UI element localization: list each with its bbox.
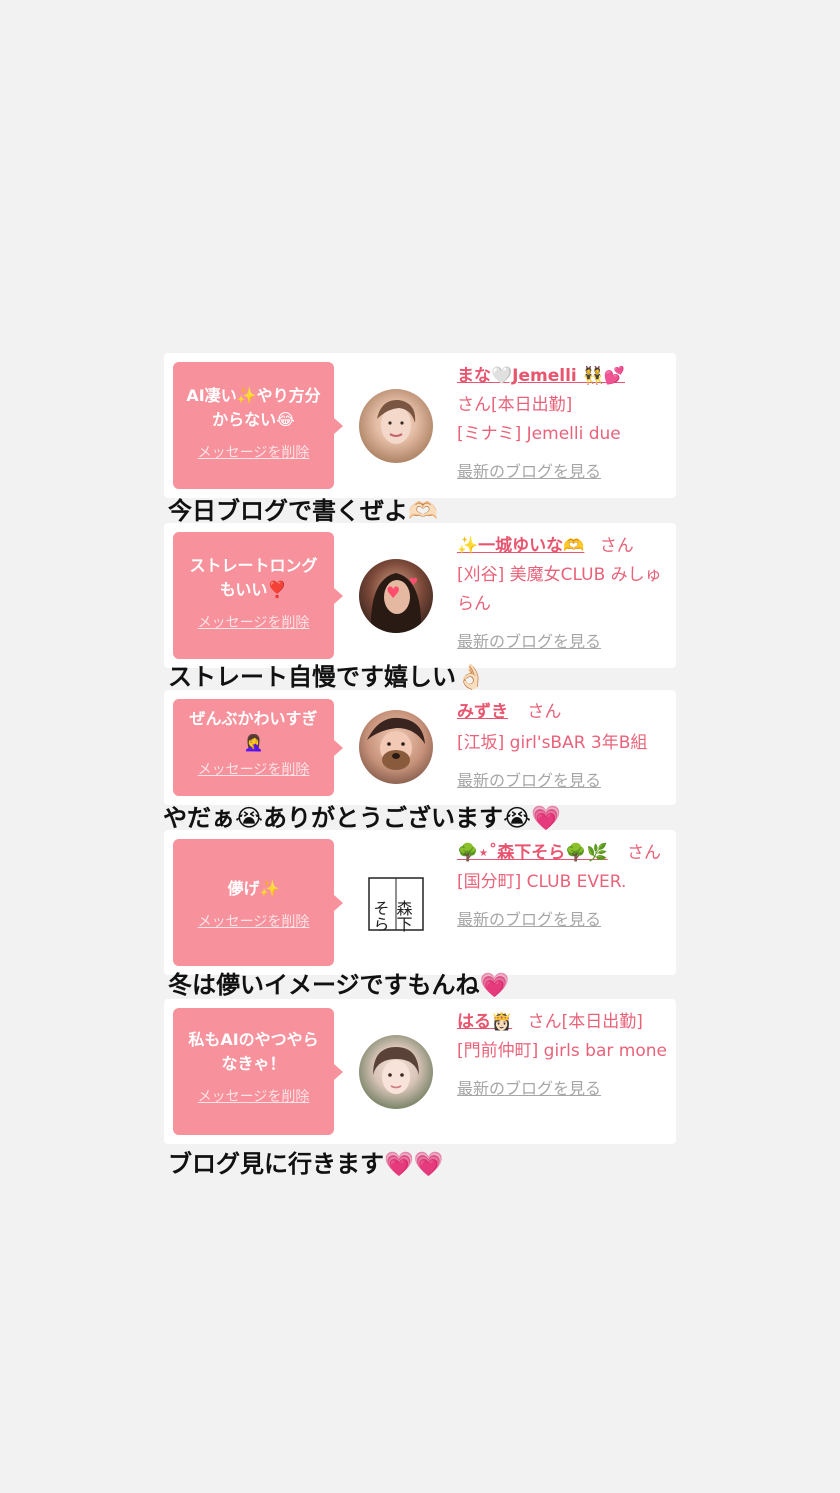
shop-label: [江坂] girl'sBAR 3年B組 (457, 733, 648, 753)
card-info: みずき さん [江坂] girl'sBAR 3年B組 最新のブログを見る (457, 698, 669, 795)
message-bubble: ストレートロング もいい❣️ メッセージを削除 (173, 532, 343, 659)
message-text: ストレートロング もいい❣️ (189, 556, 318, 599)
user-name-link[interactable]: 🌳⋆˚森下そら🌳🌿 (457, 843, 608, 863)
message-card: ぜんぶかわいすぎ 🤦‍♀️ メッセージを削除 みずき さん [江坂] girl'… (164, 690, 676, 805)
shop-label: [刈谷] 美魔女CLUB みしゅらん (457, 565, 662, 614)
latest-blog-link[interactable]: 最新のブログを見る (457, 1074, 669, 1103)
avatar[interactable] (359, 389, 433, 463)
message-card: 儚げ✨ メッセージを削除 森下 そら 🌳⋆˚森下そら🌳🌿 さん [国分町] CL… (164, 830, 676, 975)
latest-blog-link[interactable]: 最新のブログを見る (457, 457, 669, 486)
message-text: 儚げ✨ (227, 879, 280, 898)
delete-message-link[interactable]: メッセージを削除 (198, 442, 310, 462)
avatar[interactable]: ♥ ♥ (359, 559, 433, 633)
caption-text: ストレート自慢です嬉しい👌🏻 (168, 663, 486, 691)
message-bubble: 儚げ✨ メッセージを削除 (173, 839, 343, 966)
user-name-link[interactable]: はる👸🏻 (457, 1012, 512, 1032)
card-info: 🌳⋆˚森下そら🌳🌿 さん [国分町] CLUB EVER. 最新のブログを見る (457, 839, 669, 934)
honorific-label: さん (599, 536, 634, 556)
avatar[interactable] (359, 1035, 433, 1109)
message-bubble: AI凄い✨やり方分 からない😂 メッセージを削除 (173, 362, 343, 489)
latest-blog-link[interactable]: 最新のブログを見る (457, 766, 669, 795)
latest-blog-link[interactable]: 最新のブログを見る (457, 905, 669, 934)
honorific-label: さん (527, 1012, 562, 1032)
card-info: はる👸🏻 さん[本日出勤] [門前仲町] girls bar mone 最新のブ… (457, 1008, 669, 1103)
message-card: 私もAIのやつやら なきゃ！ メッセージを削除 はる👸🏻 さん[本日出勤] [門… (164, 999, 676, 1144)
message-bubble: ぜんぶかわいすぎ 🤦‍♀️ メッセージを削除 (173, 699, 343, 796)
avatar[interactable] (359, 710, 433, 784)
message-card: ストレートロング もいい❣️ メッセージを削除 ♥ ♥ ✨一城ゆいな🫶 さん [… (164, 523, 676, 668)
caption-text: ブログ見に行きます💗💗 (168, 1150, 444, 1178)
caption-text: やだぁ😭ありがとうございます😭💗 (163, 804, 561, 832)
status-label: [本日出勤] (561, 1012, 643, 1032)
message-text: AI凄い✨やり方分 からない😂 (186, 386, 321, 429)
user-name-link[interactable]: まな🤍Jemelli 👯💕 (457, 366, 625, 386)
message-text: 私もAIのやつやら なきゃ！ (188, 1030, 319, 1073)
delete-message-link[interactable]: メッセージを削除 (198, 759, 310, 779)
logo-kana: そら (371, 900, 390, 932)
svg-text:♥: ♥ (409, 577, 418, 588)
caption-text: 冬は儚いイメージですもんね💗 (168, 971, 510, 999)
card-info: まな🤍Jemelli 👯💕 さん[本日出勤] [ミナミ] Jemelli due… (457, 362, 669, 486)
logo-kanji: 森下 (394, 900, 413, 932)
caption-text: 今日ブログで書くぜよ🫶🏻 (168, 497, 438, 525)
user-name-link[interactable]: みずき (457, 702, 508, 722)
honorific-label: さん (627, 843, 662, 863)
latest-blog-link[interactable]: 最新のブログを見る (457, 627, 669, 656)
card-info: ✨一城ゆいな🫶 さん [刈谷] 美魔女CLUB みしゅらん 最新のブログを見る (457, 532, 669, 656)
svg-text:♥: ♥ (386, 583, 400, 602)
shop-logo-avatar[interactable]: 森下 そら (359, 866, 433, 940)
message-card: AI凄い✨やり方分 からない😂 メッセージを削除 まな🤍Jemelli 👯💕 さ… (164, 353, 676, 498)
delete-message-link[interactable]: メッセージを削除 (198, 612, 310, 632)
honorific-label: さん (527, 702, 562, 722)
message-bubble: 私もAIのやつやら なきゃ！ メッセージを削除 (173, 1008, 343, 1135)
user-name-link[interactable]: ✨一城ゆいな🫶 (457, 536, 584, 556)
shop-label: [国分町] CLUB EVER. (457, 872, 627, 892)
shop-label: [門前仲町] girls bar mone (457, 1041, 667, 1061)
delete-message-link[interactable]: メッセージを削除 (198, 1086, 310, 1106)
delete-message-link[interactable]: メッセージを削除 (198, 911, 310, 931)
shop-label: [ミナミ] Jemelli due (457, 424, 621, 444)
honorific-label: さん (457, 395, 491, 415)
status-label: [本日出勤] (491, 395, 573, 415)
message-text: ぜんぶかわいすぎ 🤦‍♀️ (189, 709, 318, 752)
